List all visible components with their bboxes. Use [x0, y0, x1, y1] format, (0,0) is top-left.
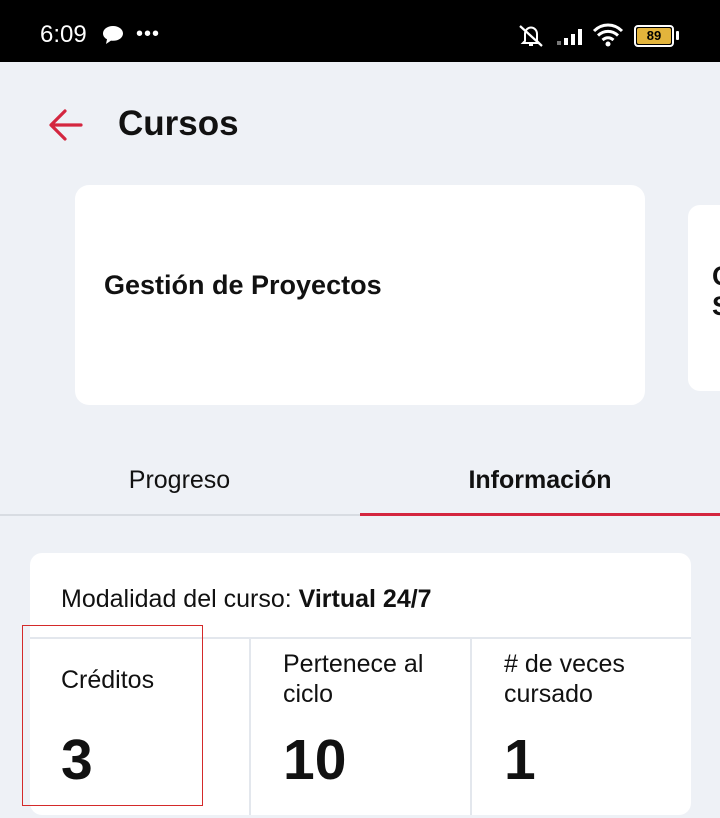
wifi-icon: [592, 23, 624, 52]
tab-label-progreso: Progreso: [128, 466, 231, 494]
chat-icon: [102, 25, 124, 50]
status-time: 6:09: [40, 21, 87, 48]
course-name-next: C S: [712, 261, 720, 321]
stat-label-creditos: Créditos: [61, 666, 155, 694]
status-bar: 6:09 ••• 89: [0, 0, 720, 62]
tab-label-informacion: Información: [468, 466, 612, 494]
course-card[interactable]: Gestión de Proyectos: [75, 185, 645, 405]
tab-bar: Progreso Información: [0, 450, 720, 516]
stat-veces-cursado: # de veces cursado 1: [470, 639, 691, 815]
course-info-card: Modalidad del curso: Virtual 24/7 Crédit…: [30, 553, 691, 815]
tab-informacion[interactable]: Información: [360, 450, 720, 516]
battery-tip: [676, 31, 679, 40]
battery-icon: 89: [634, 25, 674, 47]
tab-progreso[interactable]: Progreso: [0, 450, 360, 514]
modalidad-row: Modalidad del curso: Virtual 24/7: [61, 585, 432, 614]
signal-icon: [556, 26, 586, 51]
stat-value-creditos: 3: [61, 728, 93, 792]
back-button[interactable]: [48, 108, 84, 142]
arrow-left-icon: [49, 109, 83, 141]
stat-label-ciclo: Pertenece al ciclo: [283, 650, 424, 708]
mute-icon: [516, 23, 546, 54]
page-title: Cursos: [118, 104, 239, 143]
stat-label-veces-cursado: # de veces cursado: [504, 650, 625, 708]
modalidad-label: Modalidad del curso:: [61, 585, 299, 613]
stat-value-veces-cursado: 1: [504, 728, 536, 792]
stat-ciclo: Pertenece al ciclo 10: [249, 639, 470, 815]
course-name: Gestión de Proyectos: [104, 270, 382, 300]
course-card-next[interactable]: C S: [688, 205, 720, 391]
battery-level: 89: [637, 28, 671, 44]
stat-creditos: Créditos 3: [30, 639, 249, 815]
stat-value-ciclo: 10: [283, 728, 347, 792]
modalidad-value: Virtual 24/7: [298, 585, 432, 613]
tab-active-indicator: [360, 513, 720, 516]
stats-row: Créditos 3 Pertenece al ciclo 10 # de ve…: [30, 637, 691, 815]
